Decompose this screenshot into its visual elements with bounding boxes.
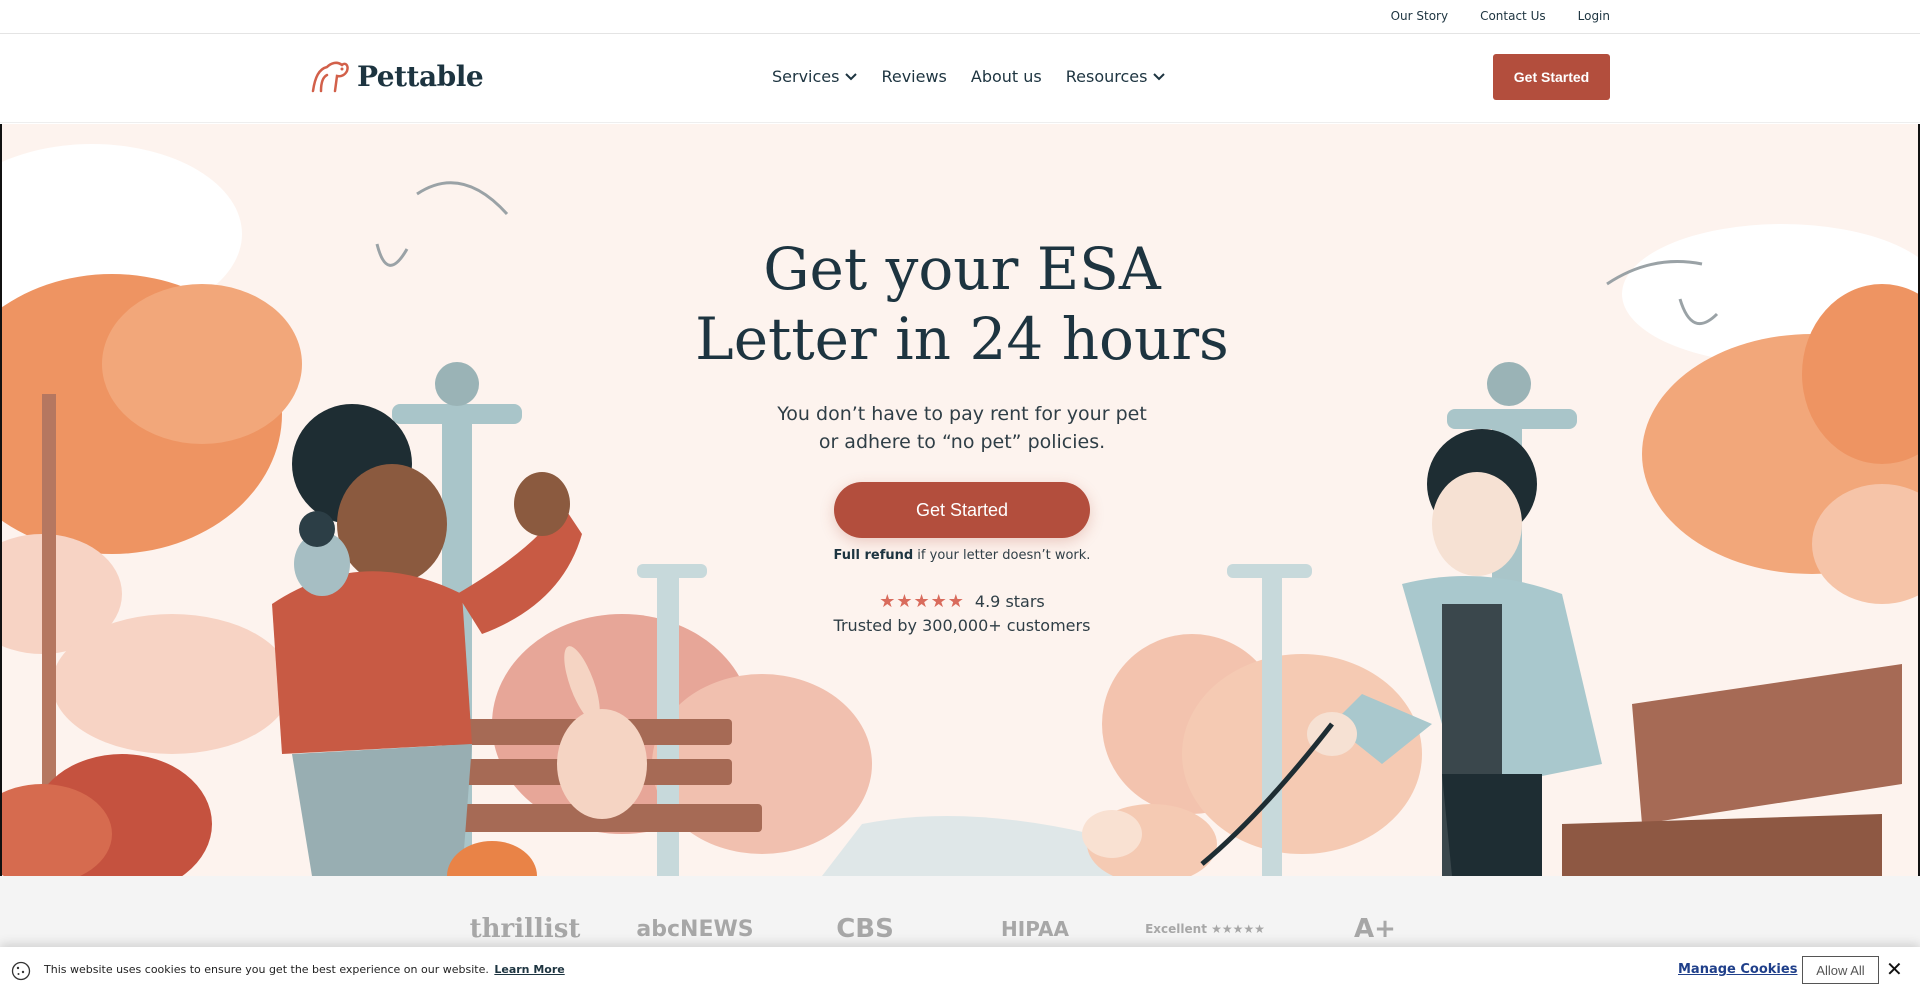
press-logos: thrillist abcNEWS CBS HIPAA Excellent ★★… [440, 914, 1460, 944]
refund-rest: if your letter doesn’t work. [913, 548, 1091, 563]
bbb-accredited-logo: A+ [1354, 914, 1396, 944]
rating-value: 4.9 stars [974, 592, 1045, 611]
nav-resources[interactable]: Resources [1066, 67, 1166, 86]
hero-subtitle: You don’t have to pay rent for your pet … [2, 400, 1918, 456]
main-nav: Pettable Services Reviews About us Resou… [0, 35, 1920, 123]
thrillist-logo: thrillist [469, 914, 581, 944]
refund-bold: Full refund [833, 548, 914, 563]
nav-resources-label: Resources [1065, 67, 1148, 86]
abc-news-logo: abcNEWS [636, 916, 754, 942]
nav-links: Services Reviews About us Resources [772, 67, 1166, 86]
nav-services[interactable]: Services [772, 67, 858, 86]
nav-services-label: Services [772, 67, 840, 86]
manage-cookies-link[interactable]: Manage Cookies [1678, 962, 1797, 977]
hero-title-line1: Get your ESA [763, 235, 1161, 303]
nav-about-label: About us [970, 67, 1042, 86]
nav-get-started-button[interactable]: Get Started [1493, 54, 1610, 100]
trusted-by: Trusted by 300,000+ customers [833, 616, 1091, 635]
hero-content: Get your ESA Letter in 24 hours You don’… [2, 234, 1918, 635]
utility-links: Our Story Contact Us Login [1391, 9, 1610, 23]
logo[interactable]: Pettable [309, 59, 484, 93]
allow-all-button[interactable]: Allow All [1802, 956, 1879, 984]
hero-title-line2: Letter in 24 hours [695, 305, 1229, 373]
logo-text: Pettable [357, 59, 484, 93]
nav-reviews-label: Reviews [881, 67, 947, 86]
close-icon[interactable]: ✕ [1886, 959, 1903, 979]
learn-more-link[interactable]: Learn More [494, 963, 564, 976]
cbs-logo: CBS [836, 914, 894, 944]
chevron-down-icon [1153, 72, 1166, 80]
utility-bar: Our Story Contact Us Login [0, 0, 1920, 34]
nav-reviews[interactable]: Reviews [881, 67, 946, 86]
cookie-banner: This website uses cookies to ensure you … [0, 947, 1920, 993]
rating: ★★★★★ 4.9 stars [2, 591, 1918, 612]
hero-get-started-button[interactable]: Get Started [834, 482, 1090, 538]
chevron-down-icon [845, 72, 858, 80]
login-link[interactable]: Login [1578, 9, 1610, 23]
excellent-rating-logo: Excellent ★★★★★ [1145, 922, 1265, 936]
refund-note: Full refund if your letter doesn’t work. [2, 548, 1918, 563]
our-story-link[interactable]: Our Story [1391, 9, 1449, 23]
nav-about[interactable]: About us [971, 67, 1042, 86]
cookie-message: This website uses cookies to ensure you … [44, 963, 565, 976]
cookie-icon [11, 961, 31, 981]
pettable-logo-icon [311, 61, 349, 93]
hero-title: Get your ESA Letter in 24 hours [2, 234, 1918, 374]
hero-subtitle-line2: or adhere to “no pet” policies. [818, 431, 1106, 453]
star-rating-icon: ★★★★★ [879, 591, 965, 612]
contact-us-link[interactable]: Contact Us [1480, 9, 1546, 23]
hipaa-logo: HIPAA [1001, 917, 1069, 941]
hero-section: Get your ESA Letter in 24 hours You don’… [0, 124, 1920, 876]
cookie-text: This website uses cookies to ensure you … [44, 963, 489, 976]
hero-subtitle-line1: You don’t have to pay rent for your pet [777, 403, 1147, 425]
